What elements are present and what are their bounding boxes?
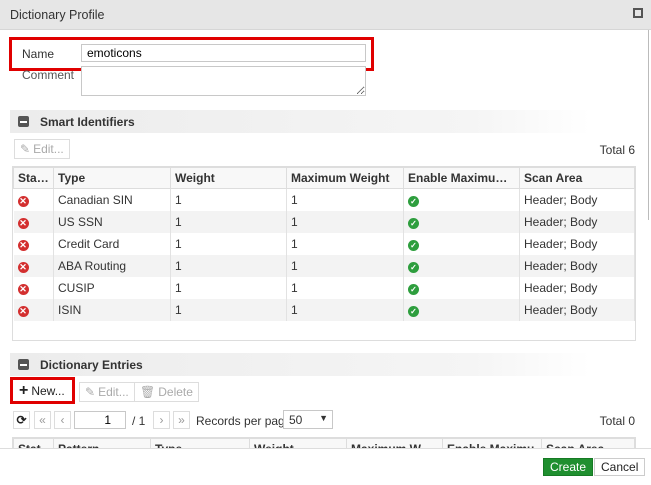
collapse-icon[interactable]	[18, 359, 29, 370]
expand-icon[interactable]	[633, 8, 643, 18]
check-icon: ✓	[408, 305, 419, 317]
column-header[interactable]: Type	[53, 167, 171, 189]
column-header[interactable]: Type	[150, 438, 250, 448]
max-weight-cell: 1	[286, 232, 404, 255]
column-header[interactable]: Stat	[13, 438, 54, 448]
new-label: New...	[31, 384, 65, 398]
prev-page-icon[interactable]: ‹	[54, 411, 71, 429]
scan-area-cell: Header; Body	[519, 276, 635, 299]
scan-area-cell: Header; Body	[519, 232, 635, 255]
scan-area-cell: Header; Body	[519, 298, 635, 321]
table-row[interactable]: ✕ Canadian SIN 1 1 ✓ Header; Body	[13, 188, 635, 211]
check-icon: ✓	[408, 283, 419, 295]
scan-area-cell: Header; Body	[519, 188, 635, 211]
table-row[interactable]: ✕ US SSN 1 1 ✓ Header; Body	[13, 210, 635, 233]
disabled-status-icon: ✕	[17, 283, 29, 295]
trash-icon: 🗑	[140, 385, 156, 399]
title-bar: Dictionary Profile	[0, 0, 651, 30]
per-page-value: 50	[289, 413, 303, 427]
column-header[interactable]: Enable Maximum W...	[403, 167, 520, 189]
comment-label: Comment	[22, 68, 75, 82]
column-header[interactable]: Scan Area	[541, 438, 635, 448]
check-icon: ✓	[408, 195, 419, 207]
check-icon: ✓	[408, 239, 419, 251]
weight-cell: 1	[170, 188, 287, 211]
smart-identifiers-table: Stat... Type Weight Maximum Weight Enable Ma…	[12, 166, 636, 341]
first-page-icon[interactable]: «	[34, 411, 51, 429]
dictionary-entries-header[interactable]: Dictionary Entries	[10, 353, 590, 376]
edit-button[interactable]: ✎ Edit...	[14, 139, 70, 159]
disabled-status-icon: ✕	[17, 195, 29, 207]
column-header[interactable]: Pattern	[53, 438, 151, 448]
name-input[interactable]	[81, 44, 366, 62]
collapse-icon[interactable]	[18, 116, 29, 127]
max-weight-cell: 1	[286, 188, 404, 211]
column-header[interactable]: Maximum Weight	[286, 167, 404, 189]
page-of: / 1	[132, 414, 146, 428]
footer-divider	[0, 448, 651, 449]
cancel-button[interactable]: Cancel	[594, 458, 646, 476]
type-cell: ISIN	[53, 298, 171, 321]
scan-area-cell: Header; Body	[519, 254, 635, 277]
dictionary-entries-table: StatPatternTypeWeightMaximum WeightEnabl…	[12, 437, 636, 448]
delete-button[interactable]: 🗑 Delete	[134, 382, 199, 402]
next-page-icon[interactable]: ›	[153, 411, 170, 429]
max-weight-cell: 1	[286, 254, 404, 277]
column-header[interactable]: Weight	[170, 167, 287, 189]
refresh-icon[interactable]: ⟳	[13, 411, 30, 429]
edit-label: Edit...	[33, 142, 64, 156]
edit-icon: ✎	[20, 142, 31, 156]
edit-label: Edit...	[98, 385, 129, 399]
entries-total: Total 0	[599, 414, 635, 428]
column-header[interactable]: Scan Area	[519, 167, 635, 189]
smart-total: Total 6	[599, 143, 635, 157]
weight-cell: 1	[170, 276, 287, 299]
comment-textarea[interactable]	[81, 66, 366, 96]
column-header[interactable]: Enable Maximu	[442, 438, 542, 448]
disabled-status-icon: ✕	[17, 305, 29, 317]
weight-cell: 1	[170, 254, 287, 277]
max-weight-cell: 1	[286, 298, 404, 321]
records-per-page-select[interactable]: 50 ▼	[283, 410, 333, 429]
check-icon: ✓	[408, 217, 419, 229]
type-cell: Credit Card	[53, 232, 171, 255]
section-title: Dictionary Entries	[40, 358, 143, 372]
disabled-status-icon: ✕	[17, 239, 29, 251]
section-title: Smart Identifiers	[40, 115, 135, 129]
table-row[interactable]: ✕ ISIN 1 1 ✓ Header; Body	[13, 298, 635, 321]
weight-cell: 1	[170, 298, 287, 321]
plus-icon: +	[19, 382, 29, 399]
type-cell: ABA Routing	[53, 254, 171, 277]
weight-cell: 1	[170, 232, 287, 255]
dropdown-arrow-icon: ▼	[319, 413, 328, 423]
column-header[interactable]: Weight	[249, 438, 347, 448]
table-row[interactable]: ✕ ABA Routing 1 1 ✓ Header; Body	[13, 254, 635, 277]
name-label: Name	[22, 47, 55, 61]
table-row[interactable]: ✕ Credit Card 1 1 ✓ Header; Body	[13, 232, 635, 255]
new-button[interactable]: + New...	[14, 381, 70, 401]
max-weight-cell: 1	[286, 276, 404, 299]
check-icon: ✓	[408, 261, 419, 273]
disabled-status-icon: ✕	[17, 217, 29, 229]
table-row[interactable]: ✕ CUSIP 1 1 ✓ Header; Body	[13, 276, 635, 299]
smart-identifiers-header[interactable]: Smart Identifiers	[10, 110, 590, 133]
column-header[interactable]: Stat...	[13, 167, 54, 189]
entries-edit-button[interactable]: ✎ Edit...	[79, 382, 135, 402]
last-page-icon[interactable]: »	[173, 411, 190, 429]
type-cell: CUSIP	[53, 276, 171, 299]
type-cell: US SSN	[53, 210, 171, 233]
type-cell: Canadian SIN	[53, 188, 171, 211]
records-per-page-label: Records per page	[196, 414, 292, 428]
create-button[interactable]: Create	[543, 458, 594, 476]
edit-icon: ✎	[85, 385, 96, 399]
scan-area-cell: Header; Body	[519, 210, 635, 233]
max-weight-cell: 1	[286, 210, 404, 233]
page-input[interactable]	[74, 411, 126, 429]
scrollbar[interactable]	[648, 30, 649, 220]
weight-cell: 1	[170, 210, 287, 233]
disabled-status-icon: ✕	[17, 261, 29, 273]
window-title: Dictionary Profile	[10, 8, 105, 22]
delete-label: Delete	[158, 385, 193, 399]
column-header[interactable]: Maximum Weight	[346, 438, 443, 448]
